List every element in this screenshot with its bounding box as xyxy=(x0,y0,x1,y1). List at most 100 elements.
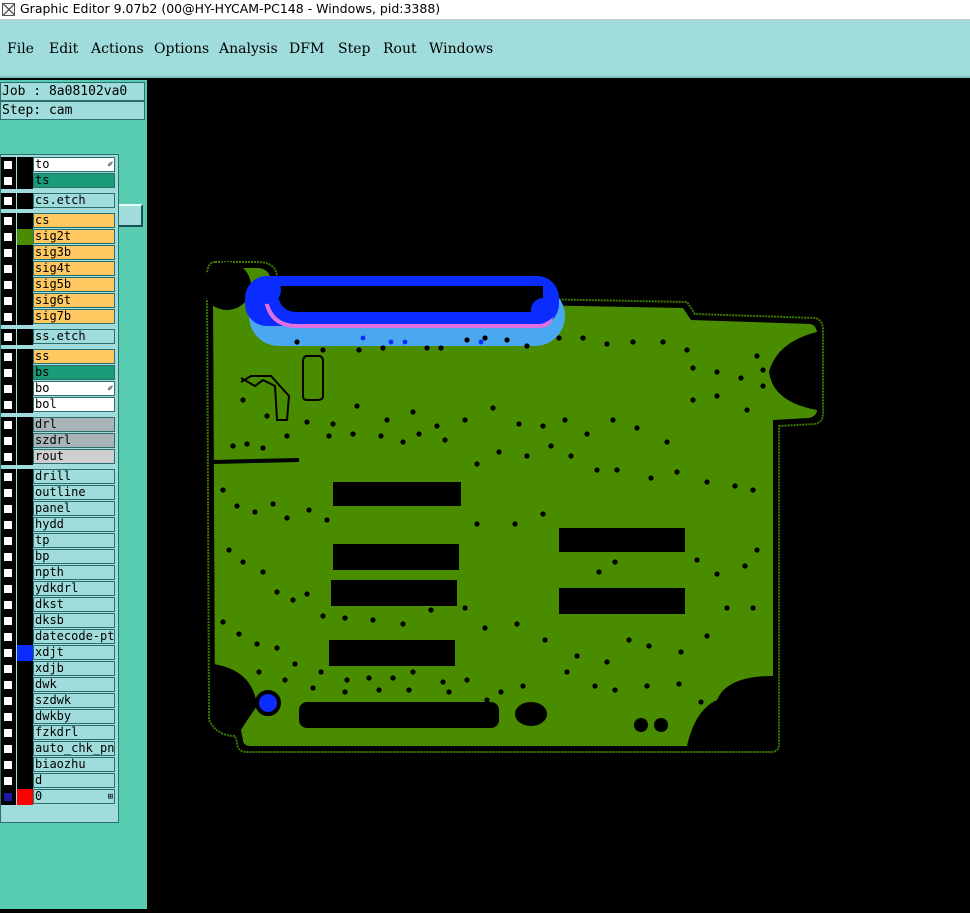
layer-name[interactable]: xdjb xyxy=(33,661,115,676)
layer-color-swatch[interactable] xyxy=(17,565,33,581)
layer-row[interactable]: sig2t xyxy=(1,229,119,245)
layer-row[interactable]: datecode-pth xyxy=(1,629,119,645)
layer-row[interactable]: xdjt xyxy=(1,645,119,661)
layer-row[interactable]: dwk xyxy=(1,677,119,693)
layer-color-swatch[interactable] xyxy=(17,789,33,805)
layer-visibility-checkbox[interactable] xyxy=(3,648,13,658)
layer-name[interactable]: sig2t xyxy=(33,229,115,244)
layer-color-swatch[interactable] xyxy=(17,277,33,293)
layer-row[interactable]: tp xyxy=(1,533,119,549)
layer-name[interactable]: dwkby xyxy=(33,709,115,724)
layer-row[interactable]: panel xyxy=(1,501,119,517)
layer-visibility-checkbox[interactable] xyxy=(3,420,13,430)
layer-visibility-checkbox[interactable] xyxy=(3,436,13,446)
layer-name[interactable]: dksb xyxy=(33,613,115,628)
layer-row[interactable]: cs xyxy=(1,213,119,229)
layer-row[interactable]: dksb xyxy=(1,613,119,629)
layer-color-swatch[interactable] xyxy=(17,433,33,449)
layer-name[interactable]: to ✐ xyxy=(33,157,115,172)
layer-row[interactable]: bs xyxy=(1,365,119,381)
layer-color-swatch[interactable] xyxy=(17,229,33,245)
layer-row[interactable]: sig6t xyxy=(1,293,119,309)
layer-color-swatch[interactable] xyxy=(17,261,33,277)
layer-color-swatch[interactable] xyxy=(17,449,33,465)
layer-visibility-checkbox[interactable] xyxy=(3,728,13,738)
layer-row[interactable]: fzkdrl xyxy=(1,725,119,741)
layer-row[interactable]: 0 ⊞ xyxy=(1,789,119,805)
layer-visibility-checkbox[interactable] xyxy=(3,312,13,322)
menu-actions[interactable]: Actions xyxy=(91,41,144,57)
layer-visibility-checkbox[interactable] xyxy=(3,760,13,770)
layer-visibility-checkbox[interactable] xyxy=(3,160,13,170)
layer-visibility-checkbox[interactable] xyxy=(3,488,13,498)
layer-row[interactable]: bol xyxy=(1,397,119,413)
layer-row[interactable]: auto_chk_pnl xyxy=(1,741,119,757)
layer-color-swatch[interactable] xyxy=(17,677,33,693)
layer-color-swatch[interactable] xyxy=(17,517,33,533)
layer-visibility-checkbox[interactable] xyxy=(3,216,13,226)
expand-icon[interactable]: ⊞ xyxy=(108,791,113,803)
layer-color-swatch[interactable] xyxy=(17,417,33,433)
layer-row[interactable]: szdwk xyxy=(1,693,119,709)
layer-name[interactable]: d xyxy=(33,773,115,788)
layer-name[interactable]: outline xyxy=(33,485,115,500)
menu-rout[interactable]: Rout xyxy=(383,41,417,57)
menu-step[interactable]: Step xyxy=(338,41,370,57)
layer-row[interactable]: npth xyxy=(1,565,119,581)
layer-visibility-checkbox[interactable] xyxy=(3,352,13,362)
layer-name[interactable]: sig6t xyxy=(33,293,115,308)
layer-visibility-checkbox[interactable] xyxy=(3,264,13,274)
menu-windows[interactable]: Windows xyxy=(429,41,493,57)
layer-visibility-checkbox[interactable] xyxy=(3,632,13,642)
layer-color-swatch[interactable] xyxy=(17,533,33,549)
layer-row[interactable]: drl xyxy=(1,417,119,433)
layer-color-swatch[interactable] xyxy=(17,329,33,345)
layer-name[interactable]: drill xyxy=(33,469,115,484)
pcb-board-view[interactable] xyxy=(147,80,970,909)
layer-visibility-checkbox[interactable] xyxy=(3,400,13,410)
layer-color-swatch[interactable] xyxy=(17,485,33,501)
menu-edit[interactable]: Edit xyxy=(49,41,78,57)
layer-visibility-checkbox[interactable] xyxy=(3,196,13,206)
layer-visibility-checkbox[interactable] xyxy=(3,296,13,306)
layer-visibility-checkbox[interactable] xyxy=(3,332,13,342)
layer-color-swatch[interactable] xyxy=(17,293,33,309)
layer-name[interactable]: tp xyxy=(33,533,115,548)
layer-color-swatch[interactable] xyxy=(17,173,33,189)
layer-color-swatch[interactable] xyxy=(17,365,33,381)
layer-name[interactable]: rout xyxy=(33,449,115,464)
layer-color-swatch[interactable] xyxy=(17,213,33,229)
layer-name[interactable]: dkst xyxy=(33,597,115,612)
layer-color-swatch[interactable] xyxy=(17,597,33,613)
layer-name[interactable]: cs xyxy=(33,213,115,228)
layer-row[interactable]: d xyxy=(1,773,119,789)
menu-options[interactable]: Options xyxy=(154,41,209,57)
layer-row[interactable]: dkst xyxy=(1,597,119,613)
layer-visibility-checkbox[interactable] xyxy=(3,176,13,186)
layer-row[interactable]: bo ✐ xyxy=(1,381,119,397)
layer-name[interactable]: sig3b xyxy=(33,245,115,260)
layer-visibility-checkbox[interactable] xyxy=(3,680,13,690)
layer-row[interactable]: cs.etch xyxy=(1,193,119,209)
layer-name[interactable]: ydkdrl xyxy=(33,581,115,596)
layer-color-swatch[interactable] xyxy=(17,469,33,485)
edit-icon[interactable]: ✐ xyxy=(108,383,113,395)
layer-name[interactable]: ts xyxy=(33,173,115,188)
graphic-canvas[interactable] xyxy=(147,80,970,909)
layer-visibility-checkbox[interactable] xyxy=(3,712,13,722)
layer-color-swatch[interactable] xyxy=(17,549,33,565)
layer-visibility-checkbox[interactable] xyxy=(3,520,13,530)
layer-visibility-checkbox[interactable] xyxy=(3,584,13,594)
layer-name[interactable]: ss.etch xyxy=(33,329,115,344)
layer-name[interactable]: szdwk xyxy=(33,693,115,708)
layer-row[interactable]: dwkby xyxy=(1,709,119,725)
layer-visibility-checkbox[interactable] xyxy=(3,696,13,706)
menu-file[interactable]: File xyxy=(7,41,34,57)
layer-name[interactable]: auto_chk_pnl xyxy=(33,741,115,756)
layer-row[interactable]: xdjb xyxy=(1,661,119,677)
layer-name[interactable]: datecode-pth xyxy=(33,629,115,644)
layer-name[interactable]: bp xyxy=(33,549,115,564)
layer-visibility-checkbox[interactable] xyxy=(3,232,13,242)
layer-name[interactable]: bo ✐ xyxy=(33,381,115,396)
edit-icon[interactable]: ✐ xyxy=(108,159,113,171)
